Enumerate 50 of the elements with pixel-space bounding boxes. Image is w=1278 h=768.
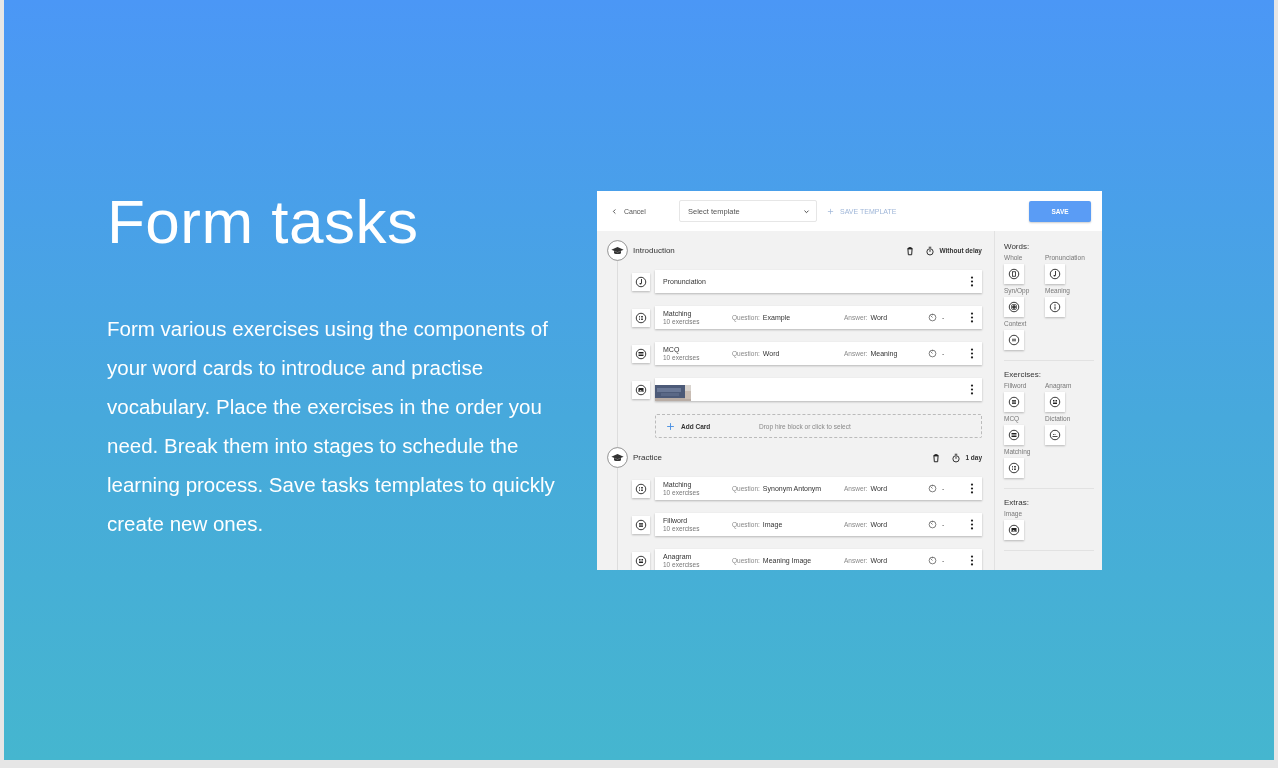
more-icon[interactable]	[970, 348, 974, 359]
letters-icon	[1049, 396, 1061, 408]
info-icon	[1049, 301, 1061, 313]
block-tile[interactable]	[1004, 264, 1024, 284]
timer-icon[interactable]	[928, 484, 937, 493]
more-icon[interactable]	[970, 276, 974, 287]
page-title: Form tasks	[107, 188, 420, 256]
trash-icon[interactable]	[905, 245, 916, 256]
grid-icon	[1008, 396, 1020, 408]
block-tile[interactable]	[1045, 297, 1065, 317]
palette-heading: Exercises:	[1004, 370, 1042, 379]
graduation-cap-icon	[607, 240, 628, 261]
more-icon[interactable]	[970, 483, 974, 494]
block-tile[interactable]	[1004, 520, 1024, 540]
palette-heading: Extras:	[1004, 498, 1030, 507]
stage-title: Introduction	[633, 246, 676, 255]
more-icon[interactable]	[970, 384, 974, 395]
block-tile[interactable]	[1004, 425, 1024, 445]
equals-icon	[1008, 334, 1020, 346]
image-icon	[1008, 524, 1020, 536]
block-tile[interactable]	[1045, 425, 1065, 445]
block-tile[interactable]	[1004, 297, 1024, 317]
description: Form various exercises using the components of your word cards to introduce and practise vocabulary. Place the exercises in the order you need. Break them into stages to schedule the learning process. Save tasks templates to quickly create new ones.	[107, 316, 556, 537]
more-icon[interactable]	[970, 312, 974, 323]
list-icon	[1008, 462, 1020, 474]
plus-icon	[827, 207, 834, 215]
lines-icon	[1008, 429, 1020, 441]
block-tile[interactable]	[1045, 264, 1065, 284]
exercise-card[interactable]	[655, 378, 982, 401]
block-tile[interactable]	[1045, 392, 1065, 412]
stopwatch-icon[interactable]	[951, 452, 962, 463]
more-icon[interactable]	[970, 555, 974, 566]
circles-icon	[1008, 301, 1020, 313]
dictation-icon	[1049, 429, 1061, 441]
stopwatch-icon[interactable]	[925, 245, 936, 256]
block-tile[interactable]	[1004, 458, 1024, 478]
back-icon	[611, 207, 618, 215]
timer-icon[interactable]	[928, 520, 937, 529]
graduation-cap-icon	[607, 447, 628, 468]
palette-heading: Words:	[1004, 242, 1031, 251]
plus-icon	[666, 421, 675, 431]
timer-icon[interactable]	[928, 349, 937, 358]
timer-icon[interactable]	[928, 313, 937, 322]
block-tile[interactable]	[1004, 392, 1024, 412]
timer-icon[interactable]	[928, 556, 937, 565]
note-icon	[1049, 268, 1061, 280]
stage-title: Practice	[633, 453, 663, 462]
block-tile[interactable]	[1004, 330, 1024, 350]
trash-icon[interactable]	[931, 452, 942, 463]
more-icon[interactable]	[970, 519, 974, 530]
